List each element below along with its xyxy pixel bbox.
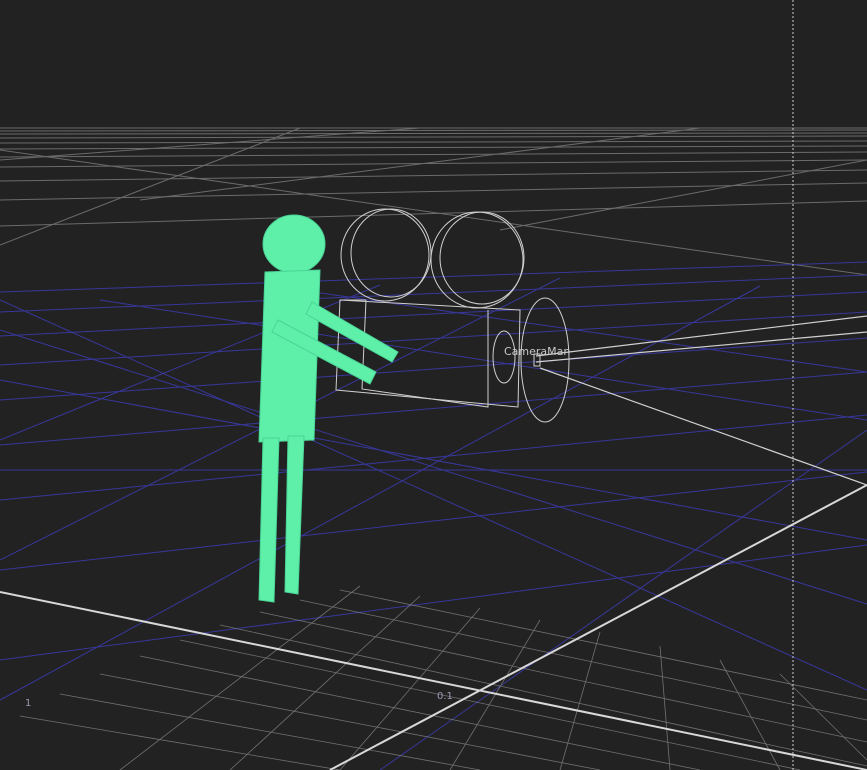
camera-label: CameraMan [504,345,570,358]
axis-label-left: 1 [25,698,31,709]
viewport-background [0,0,867,770]
3d-viewport[interactable]: CameraMan 0.1 1 [0,0,867,770]
axis-label-x: 0.1 [437,691,453,702]
